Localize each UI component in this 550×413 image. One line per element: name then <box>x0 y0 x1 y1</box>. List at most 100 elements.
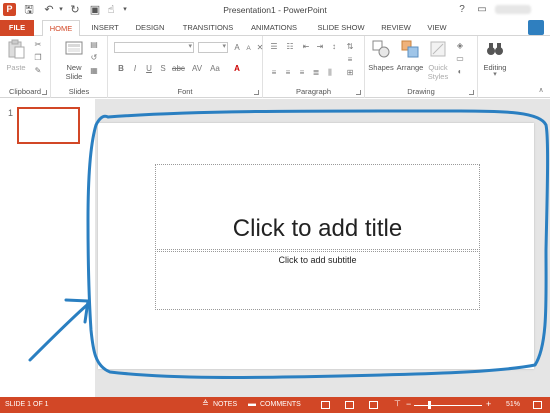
smartart-icon[interactable]: ⊞ <box>345 68 355 77</box>
help-button[interactable]: ? <box>455 3 469 17</box>
decrease-indent-icon[interactable]: ⇤ <box>301 42 311 51</box>
slide-show-icon[interactable]: ⊤ <box>394 400 401 408</box>
tab-file[interactable]: FILE <box>0 20 34 36</box>
align-center-icon[interactable]: ≡ <box>283 68 293 77</box>
drawing-launcher-icon[interactable] <box>469 90 474 95</box>
bold-button[interactable]: B <box>116 64 126 73</box>
character-spacing-button[interactable]: AV <box>190 64 204 73</box>
editing-dropdown-icon[interactable]: ▾ <box>490 70 500 79</box>
zoom-slider[interactable] <box>414 404 482 406</box>
arrange-label: Arrange <box>396 63 424 72</box>
text-direction-icon[interactable]: ⇅ <box>345 42 355 51</box>
columns-icon[interactable]: ⫼ <box>325 68 335 77</box>
italic-button[interactable]: I <box>130 64 140 73</box>
arrange-button[interactable]: Arrange <box>396 39 424 72</box>
editing-button[interactable]: Editing <box>479 39 511 72</box>
reading-view-icon[interactable] <box>369 401 378 409</box>
new-slide-button[interactable]: New Slide <box>62 39 86 81</box>
comments-icon: ▬ <box>248 399 256 408</box>
paragraph-group-label: Paragraph <box>295 87 332 96</box>
new-slide-label-line2: Slide <box>65 72 83 81</box>
drawing-group: Shapes Arrange Quick Styles ◈ ▭ ◐ Drawin… <box>365 36 478 98</box>
tab-animations[interactable]: ANIMATIONS <box>244 20 304 36</box>
slide-thumbnail-number: 1 <box>8 108 14 118</box>
new-slide-icon <box>65 41 83 55</box>
zoom-level[interactable]: 51% <box>506 401 520 409</box>
grow-font-icon[interactable]: A <box>232 43 242 52</box>
arrange-icon <box>401 40 419 58</box>
paste-button[interactable]: Paste <box>4 39 28 72</box>
align-right-icon[interactable]: ≡ <box>297 68 307 77</box>
shapes-button[interactable]: Shapes <box>367 39 395 72</box>
slides-group-label: Slides <box>68 87 90 96</box>
paragraph-group: ☰ ☷ ⇤ ⇥ ↕ ⇅ ≡ ⊞ ≡ ≡ ≡ ≣ ⫼ Paragraph <box>263 36 365 98</box>
increase-indent-icon[interactable]: ⇥ <box>315 42 325 51</box>
notes-button[interactable]: NOTES <box>213 401 237 409</box>
font-size-combo[interactable] <box>198 42 228 53</box>
subtitle-placeholder[interactable]: Click to add subtitle <box>155 251 480 310</box>
shapes-label: Shapes <box>368 63 394 72</box>
slide-thumbnail[interactable] <box>17 107 80 144</box>
change-case-button[interactable]: Aa <box>208 64 222 73</box>
tab-transitions[interactable]: TRANSITIONS <box>178 20 238 36</box>
paste-icon <box>8 39 25 59</box>
numbering-icon[interactable]: ☷ <box>285 42 295 51</box>
slide-counter: SLIDE 1 OF 1 <box>5 401 49 408</box>
strikethrough-button[interactable]: abc <box>172 64 185 73</box>
user-avatar-icon[interactable] <box>528 20 544 35</box>
drawing-group-label: Drawing <box>407 87 435 96</box>
quick-styles-label-line2: Styles <box>427 72 449 81</box>
new-slide-label-line1: New <box>66 63 82 72</box>
zoom-out-button[interactable]: − <box>406 400 411 409</box>
quick-styles-icon <box>430 41 446 57</box>
collapse-ribbon-icon[interactable]: ∧ <box>536 86 546 95</box>
bullets-icon[interactable]: ☰ <box>269 42 279 51</box>
ribbon-display-options-icon[interactable]: ▭ <box>475 3 489 17</box>
tab-slide-show[interactable]: SLIDE SHOW <box>312 20 370 36</box>
shape-fill-icon[interactable]: ◈ <box>455 41 465 50</box>
tab-home[interactable]: HOME <box>42 20 80 37</box>
clipboard-group: Paste ✂ ❐ ✎ Clipboard <box>0 36 51 98</box>
tab-view[interactable]: VIEW <box>422 20 452 36</box>
tab-design[interactable]: DESIGN <box>130 20 170 36</box>
tab-insert[interactable]: INSERT <box>86 20 124 36</box>
fit-slide-icon[interactable] <box>533 401 542 409</box>
font-group: A A ✕ B I U S abc AV Aa A Font <box>108 36 263 98</box>
font-family-combo[interactable] <box>114 42 194 53</box>
notes-icon: ≙ <box>202 399 209 408</box>
text-shadow-button[interactable]: S <box>158 64 168 73</box>
comments-button[interactable]: COMMENTS <box>260 401 301 409</box>
tab-review[interactable]: REVIEW <box>376 20 416 36</box>
shrink-font-icon[interactable]: A <box>244 44 253 53</box>
zoom-in-button[interactable]: + <box>486 400 491 409</box>
slide-sorter-icon[interactable] <box>345 401 354 409</box>
layout-icon[interactable]: ▤ <box>89 40 99 49</box>
underline-button[interactable]: U <box>144 64 154 73</box>
shape-outline-icon[interactable]: ▭ <box>455 54 465 63</box>
align-text-icon[interactable]: ≡ <box>345 55 355 64</box>
reset-icon[interactable]: ↺ <box>89 53 99 62</box>
shape-effects-icon[interactable]: ◐ <box>455 67 465 76</box>
align-left-icon[interactable]: ≡ <box>269 68 279 77</box>
shapes-icon <box>372 40 390 58</box>
title-placeholder[interactable]: Click to add title <box>155 164 480 250</box>
title-bar: P 🖫 ↶ ▾ ↻ ▣ ☝ ▾ Presentation1 - PowerPoi… <box>0 0 550 20</box>
slides-group: New Slide ▤ ↺ ▦ Slides <box>51 36 108 98</box>
paragraph-launcher-icon[interactable] <box>356 90 361 95</box>
line-spacing-icon[interactable]: ↕ <box>329 42 339 51</box>
format-painter-icon[interactable]: ✎ <box>33 66 43 75</box>
editing-group: Editing ▾ <box>478 36 512 98</box>
copy-icon[interactable]: ❐ <box>33 53 43 62</box>
section-icon[interactable]: ▦ <box>89 66 99 75</box>
font-color-button[interactable]: A <box>230 64 244 73</box>
zoom-slider-thumb[interactable] <box>427 401 431 409</box>
account-name[interactable] <box>495 5 531 14</box>
font-launcher-icon[interactable] <box>254 90 259 95</box>
justify-icon[interactable]: ≣ <box>311 68 321 77</box>
title-placeholder-text: Click to add title <box>232 215 403 242</box>
quick-styles-button[interactable]: Quick Styles <box>425 39 451 81</box>
normal-view-icon[interactable] <box>321 401 330 409</box>
status-bar: SLIDE 1 OF 1 ≙ NOTES ▬ COMMENTS ⊤ − + 51… <box>0 397 550 413</box>
clipboard-launcher-icon[interactable] <box>42 90 47 95</box>
cut-icon[interactable]: ✂ <box>33 40 43 49</box>
